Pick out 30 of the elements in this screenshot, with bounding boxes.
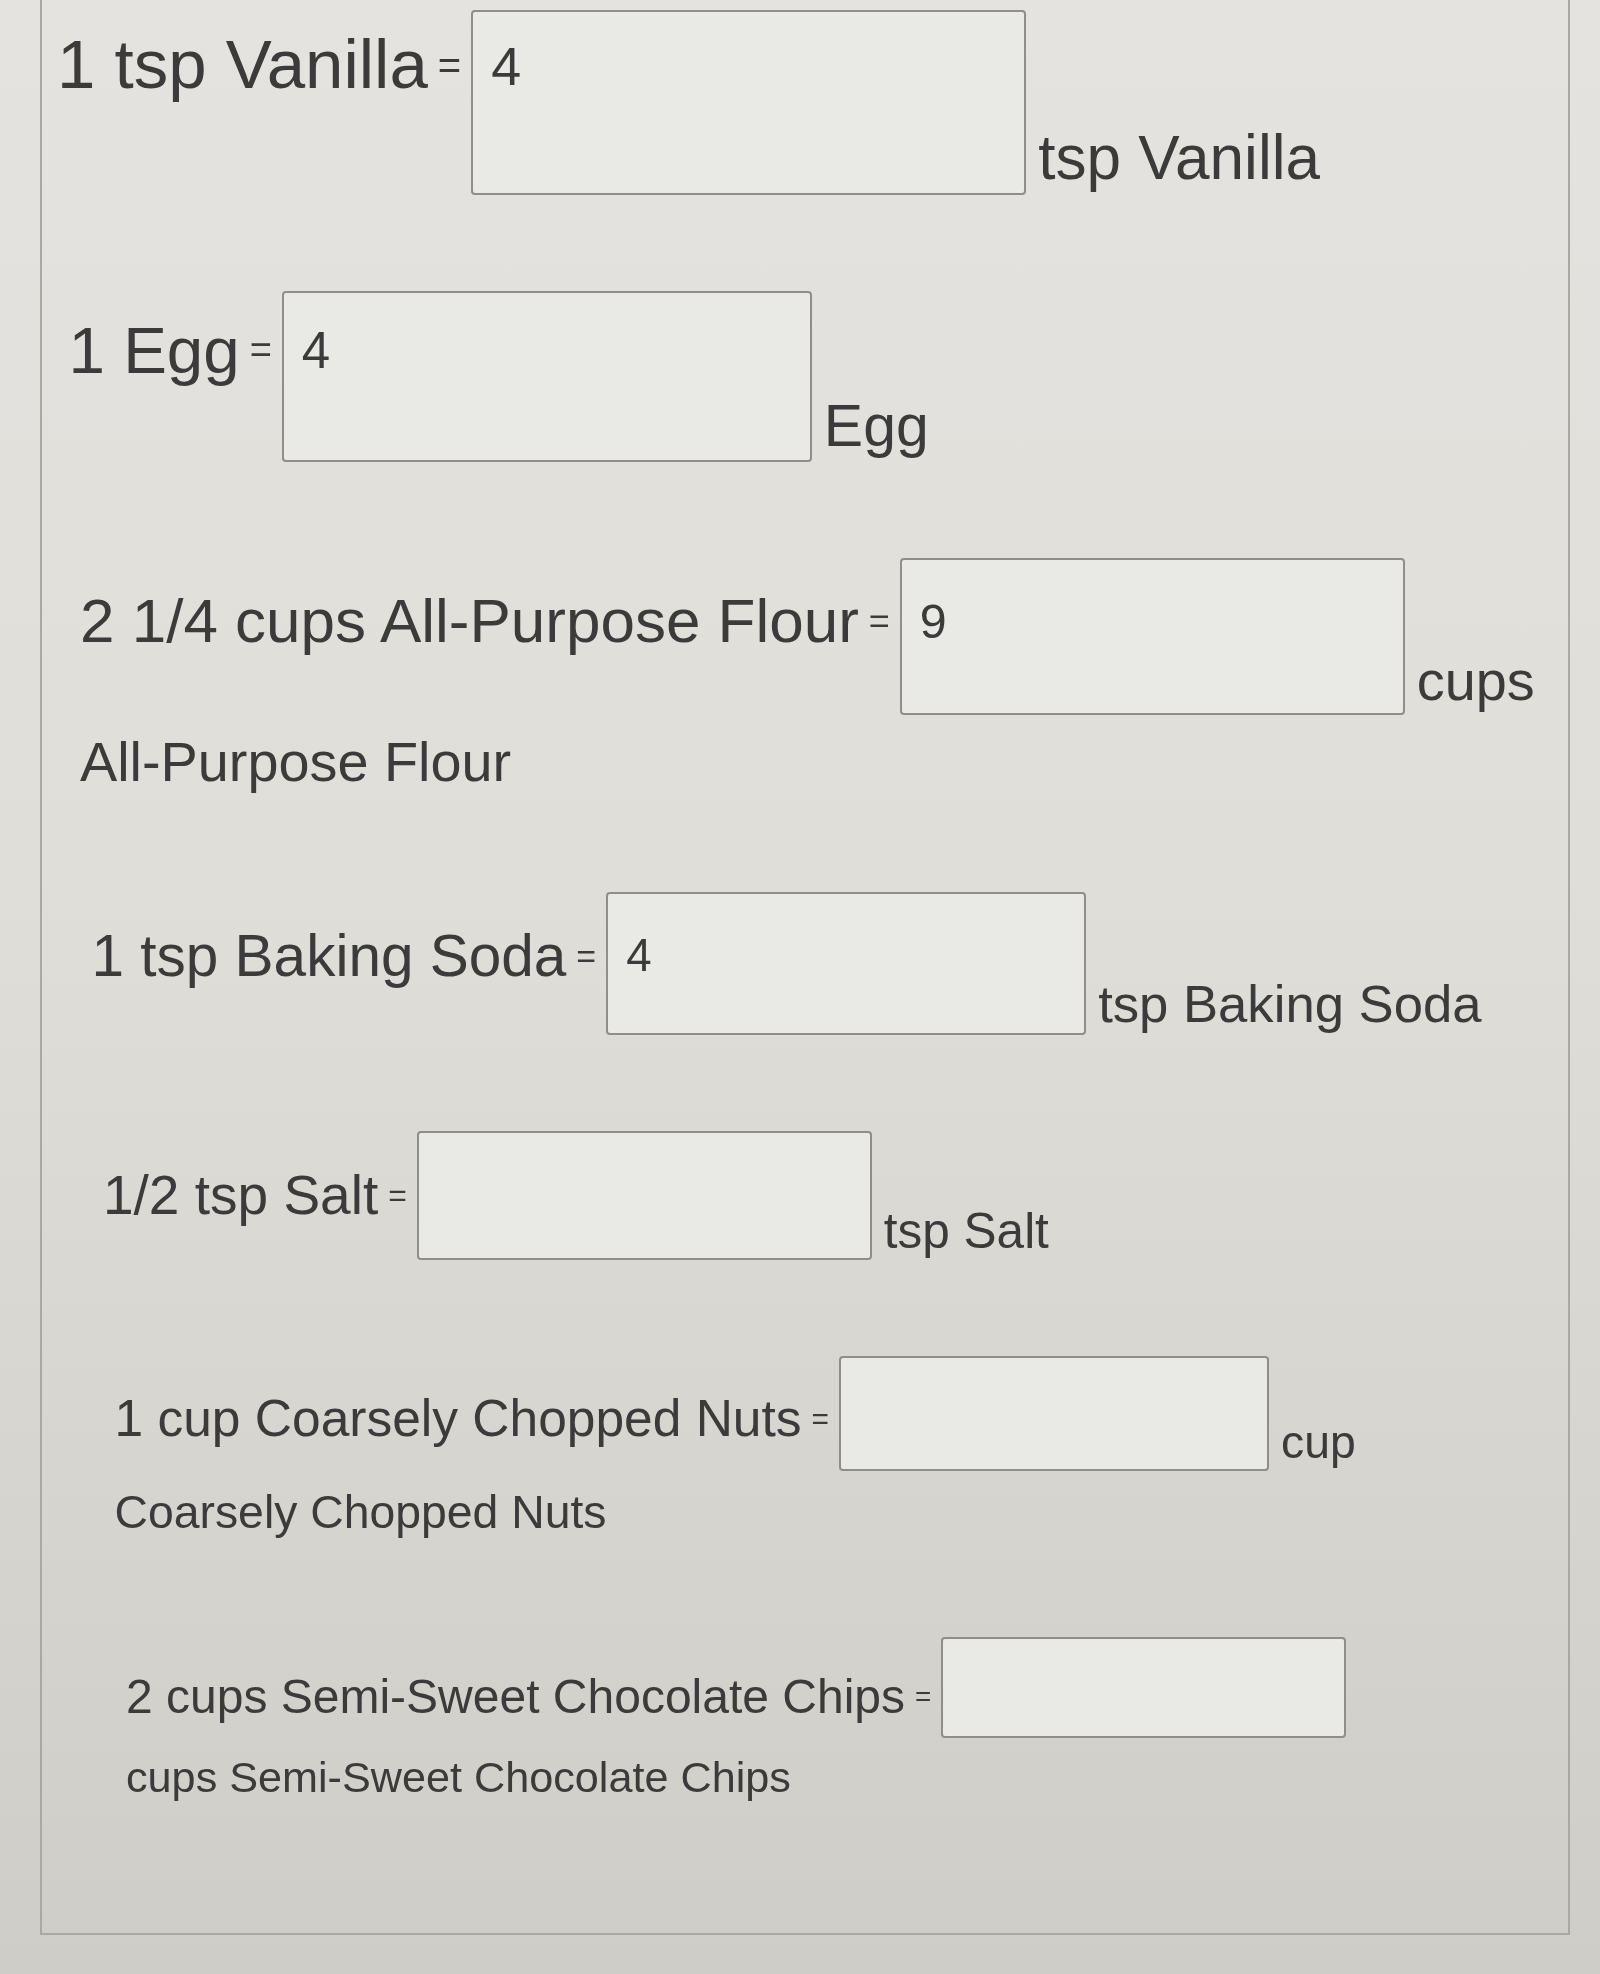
unit-label: All-Purpose Flour (80, 729, 512, 795)
answer-field[interactable]: 4 (281, 291, 812, 462)
quantity-label: 1 Egg (68, 312, 240, 389)
quantity-label: 1 tsp Vanilla (57, 25, 428, 106)
answer-field[interactable]: 4 (471, 10, 1027, 195)
quantity-label: 2 1/4 cups All-Purpose Flour (80, 584, 859, 657)
answer-field[interactable]: 4 (606, 891, 1087, 1035)
unit-label: Egg (823, 392, 929, 461)
quantity-label: 1 tsp Baking Soda (91, 922, 567, 991)
equals-sign: = (811, 1401, 829, 1438)
answer-field[interactable] (839, 1355, 1269, 1471)
answer-field[interactable] (941, 1636, 1347, 1738)
unit-label: cups (1416, 648, 1535, 715)
equals-sign: = (915, 1680, 932, 1714)
answer-field[interactable]: 9 (899, 558, 1405, 715)
unit-label: Coarsely Chopped Nuts (114, 1484, 607, 1540)
quantity-label: 2 cups Semi-Sweet Chocolate Chips (126, 1669, 906, 1726)
equals-sign: = (576, 935, 597, 977)
equals-sign: = (388, 1176, 407, 1215)
equals-sign: = (249, 328, 272, 374)
unit-label: tsp Baking Soda (1098, 972, 1482, 1035)
unit-label: tsp Vanilla (1038, 121, 1321, 194)
equals-sign: = (437, 42, 462, 90)
unit-label: cups Semi-Sweet Chocolate Chips (126, 1751, 791, 1803)
quantity-label: 1 cup Coarsely Chopped Nuts (114, 1388, 802, 1450)
equals-sign: = (868, 599, 890, 643)
answer-field[interactable] (416, 1130, 872, 1260)
quantity-label: 1/2 tsp Salt (103, 1163, 379, 1229)
unit-label: cup (1281, 1415, 1356, 1471)
unit-label: tsp Salt (883, 1201, 1049, 1260)
